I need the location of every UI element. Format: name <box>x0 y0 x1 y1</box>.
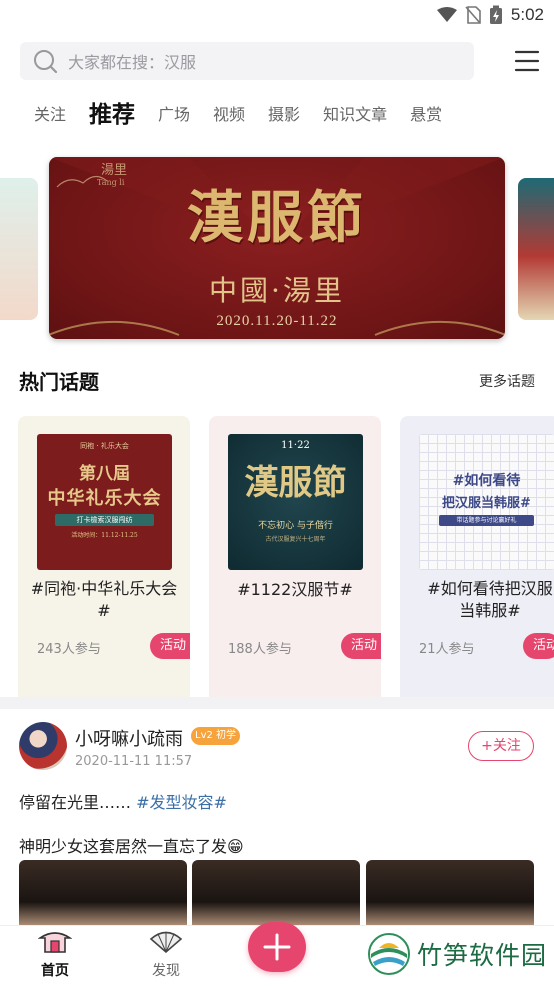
post-text-line1: 停留在光里…… #发型妆容# <box>19 789 227 813</box>
status-icons: 5:02 <box>436 5 544 25</box>
search-icon <box>34 50 58 74</box>
topic-count-3: 21人参与 <box>419 642 475 657</box>
banner-title: 漢服節 <box>187 185 367 251</box>
thumb2-top: 11·22 <box>281 440 310 451</box>
thumb1-date: 活动时间：11.12-11.25 <box>71 532 138 539</box>
battery-charging-icon <box>489 5 502 24</box>
search-placeholder: 大家都在搜：汉服 <box>68 53 197 72</box>
tab-bounty[interactable]: 悬赏 <box>410 98 442 132</box>
avatar[interactable] <box>19 722 67 770</box>
plus-icon <box>263 933 291 961</box>
thumb3-line2: 把汉服当韩服# <box>442 496 531 511</box>
topic-thumb-2: 11·22 漢服節 不忘初心 与子偕行 古代汉服复兴十七周年 <box>228 434 363 570</box>
thumb2-title: 漢服節 <box>244 463 347 503</box>
status-bar: 5:02 <box>0 0 554 32</box>
post-text: 停留在光里…… <box>19 793 132 812</box>
banner-prev-slide[interactable] <box>0 178 38 320</box>
topic-name-3: #如何看待把汉服当韩服# <box>427 579 553 620</box>
topic-badge-1[interactable]: 活动 <box>150 633 190 659</box>
follow-button[interactable]: +关注 <box>468 731 534 761</box>
tab-follow[interactable]: 关注 <box>34 98 66 132</box>
thumb1-title2: 中华礼乐大会 <box>47 488 162 509</box>
thumb3-ribbon: 带话题参与讨论赢好礼 <box>439 515 534 526</box>
topic-name-2: #1122汉服节# <box>237 580 353 599</box>
watermark: 竹笋软件园 <box>367 932 547 976</box>
topic-card-3[interactable]: #如何看待 把汉服当韩服# 带话题参与讨论赢好礼 #如何看待把汉服当韩服# 21… <box>400 416 554 706</box>
tab-photography[interactable]: 摄影 <box>268 98 300 132</box>
topic-name-1: #同袍·中华礼乐大会# <box>30 579 178 620</box>
tab-recommend[interactable]: 推荐 <box>89 98 135 132</box>
post-text-line2: 神明少女这套居然一直忘了发😁 <box>19 837 244 856</box>
banner-subtitle: 中國·湯里 <box>209 274 345 307</box>
topic-count-1: 243人参与 <box>37 642 101 657</box>
user-level-badge: Lv2 初学 <box>191 727 241 745</box>
tab-square[interactable]: 广场 <box>158 98 190 132</box>
nav-home[interactable]: 首页 <box>20 930 90 980</box>
more-topics-link[interactable]: 更多话题 <box>479 371 535 391</box>
topic-badge-2[interactable]: 活动 <box>341 633 381 659</box>
watermark-text: 竹笋软件园 <box>417 941 548 970</box>
tab-articles[interactable]: 知识文章 <box>323 98 387 132</box>
thumb1-ribbon: 打卡檢索汉服闯纺 <box>55 514 154 526</box>
topic-count-2: 188人参与 <box>228 642 292 657</box>
create-post-button[interactable] <box>248 922 306 972</box>
banner-next-slide[interactable] <box>518 178 554 320</box>
banner-date: 2020.11.20-11.22 <box>216 313 338 329</box>
thumb1-title1: 第八屆 <box>79 464 130 484</box>
home-pavilion-icon <box>37 932 73 953</box>
status-time: 5:02 <box>510 5 544 24</box>
section-divider <box>0 697 554 709</box>
no-sim-icon <box>465 6 481 24</box>
topic-thumb-1: 同袍 · 礼乐大会 第八屆 中华礼乐大会 打卡檢索汉服闯纺 活动时间：11.12… <box>37 434 172 570</box>
category-tabs: 关注 推荐 广场 视频 摄影 知识文章 悬赏 <box>34 98 465 132</box>
wifi-icon <box>436 7 457 22</box>
post-image-2[interactable] <box>192 860 360 930</box>
nav-discover-label: 发现 <box>152 963 180 979</box>
post-tag[interactable]: #发型妆容# <box>136 793 227 812</box>
search-input[interactable]: 大家都在搜：汉服 <box>20 42 474 80</box>
nav-home-label: 首页 <box>41 963 69 979</box>
hot-topics-title: 热门话题 <box>19 370 99 394</box>
menu-icon[interactable] <box>514 48 540 74</box>
topic-badge-3[interactable]: 活动 <box>523 633 554 659</box>
search-row: 大家都在搜：汉服 <box>20 42 540 80</box>
thumb2-line1: 不忘初心 与子偕行 <box>258 521 333 531</box>
topic-card-2[interactable]: 11·22 漢服節 不忘初心 与子偕行 古代汉服复兴十七周年 #1122汉服节#… <box>209 416 381 706</box>
post-time: 2020-11-11 11:57 <box>75 754 193 769</box>
thumb1-top: 同袍 · 礼乐大会 <box>80 442 129 450</box>
nav-discover[interactable]: 发现 <box>131 930 201 980</box>
thumb3-line1: #如何看待 <box>452 473 521 489</box>
post-image-1[interactable] <box>19 860 187 930</box>
post-username[interactable]: 小呀嘛小疏雨 <box>75 725 183 751</box>
tab-video[interactable]: 视频 <box>213 98 245 132</box>
topic-thumb-3: #如何看待 把汉服当韩服# 带话题参与讨论赢好礼 <box>419 434 554 570</box>
post-image-3[interactable] <box>366 860 534 930</box>
banner-slide[interactable]: 湯里 Tang li 漢服節 中國·湯里 2020.11.20-11.22 <box>49 157 505 339</box>
topic-card-1[interactable]: 同袍 · 礼乐大会 第八屆 中华礼乐大会 打卡檢索汉服闯纺 活动时间：11.12… <box>18 416 190 706</box>
watermark-logo-icon <box>368 933 410 975</box>
thumb2-line2: 古代汉服复兴十七周年 <box>265 536 326 543</box>
fan-icon <box>149 931 183 954</box>
